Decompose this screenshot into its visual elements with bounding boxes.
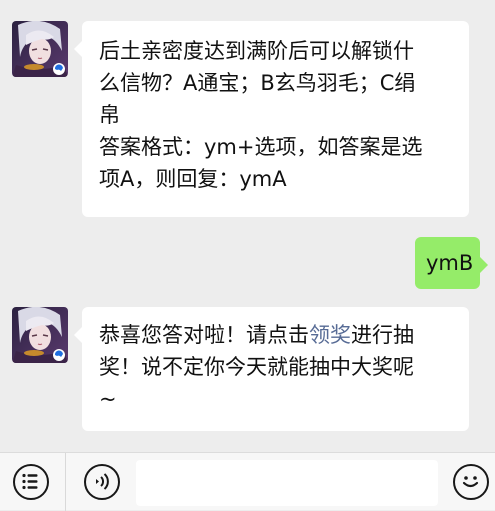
message-input[interactable] [136, 460, 438, 506]
message-text-line: 奖！说不定你今天就能抽中大奖呢 [99, 355, 414, 379]
message-text: 恭喜您答对啦！请点击 [99, 323, 309, 347]
menu-list-icon [22, 473, 38, 490]
message-text-line: ~ [99, 387, 117, 411]
message-text-line: 帛 [99, 103, 120, 127]
message-text-line: 答案格式：ym+选项，如答案是选 [99, 135, 423, 159]
message-text-line: 么信物？A通宝；B玄鸟羽毛；C绢 [99, 71, 416, 95]
message-text: 进行抽 [351, 323, 414, 347]
claim-prize-link[interactable]: 领奖 [309, 323, 351, 347]
message-text-line: 后土亲密度达到满阶后可以解锁什 [99, 39, 414, 63]
incoming-message-bubble[interactable]: 恭喜您答对啦！请点击领奖进行抽 奖！说不定你今天就能抽中大奖呢 ~ [74, 307, 469, 431]
sender-avatar[interactable] [12, 307, 68, 363]
menu-button[interactable] [13, 464, 49, 500]
chat-area: 后土亲密度达到满阶后可以解锁什 么信物？A通宝；B玄鸟羽毛；C绢 帛 答案格式：… [0, 0, 495, 452]
avatar-image [12, 21, 68, 77]
message-text-line: 恭喜您答对啦！请点击领奖进行抽 [99, 319, 453, 351]
emoji-button[interactable] [453, 464, 489, 500]
incoming-message-bubble[interactable]: 后土亲密度达到满阶后可以解锁什 么信物？A通宝；B玄鸟羽毛；C绢 帛 答案格式：… [74, 21, 469, 217]
avatar-image [12, 307, 68, 363]
sender-avatar[interactable] [12, 21, 68, 77]
outgoing-message-bubble[interactable]: ymB [415, 237, 488, 289]
message-text: ymB [426, 251, 474, 275]
voice-icon [96, 473, 109, 490]
bar-divider [65, 453, 66, 511]
voice-button[interactable] [84, 464, 120, 500]
message-text-line: 项A，则回复：ymA [99, 167, 287, 191]
emoji-icon [462, 476, 479, 488]
input-bar [0, 452, 495, 511]
